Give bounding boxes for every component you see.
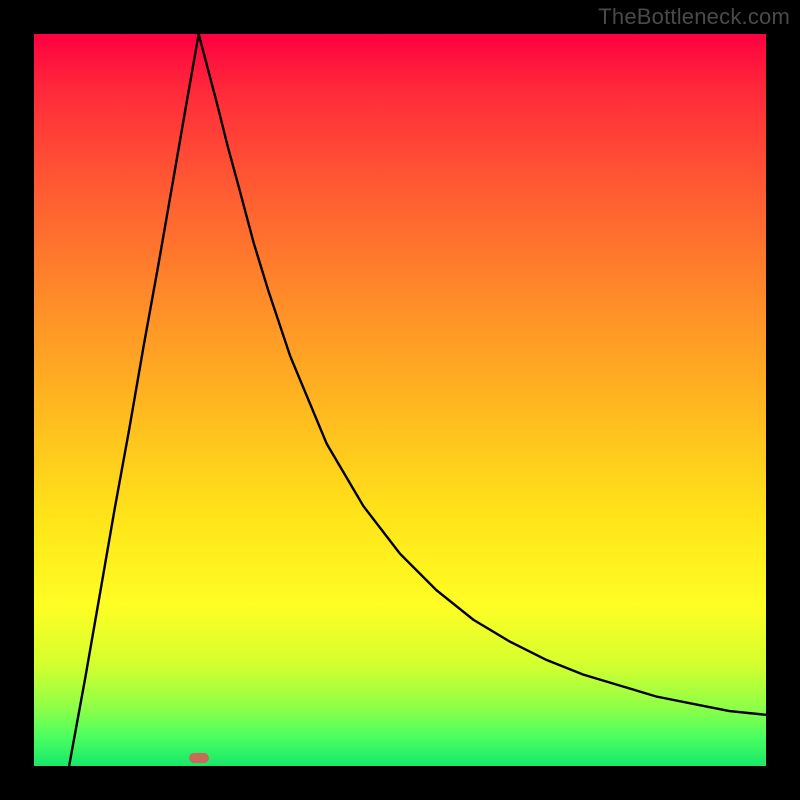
bottleneck-curve xyxy=(34,34,766,766)
optimum-marker xyxy=(189,753,209,763)
plot-area xyxy=(34,34,766,766)
watermark-text: TheBottleneck.com xyxy=(598,4,790,30)
chart-frame: TheBottleneck.com xyxy=(0,0,800,800)
